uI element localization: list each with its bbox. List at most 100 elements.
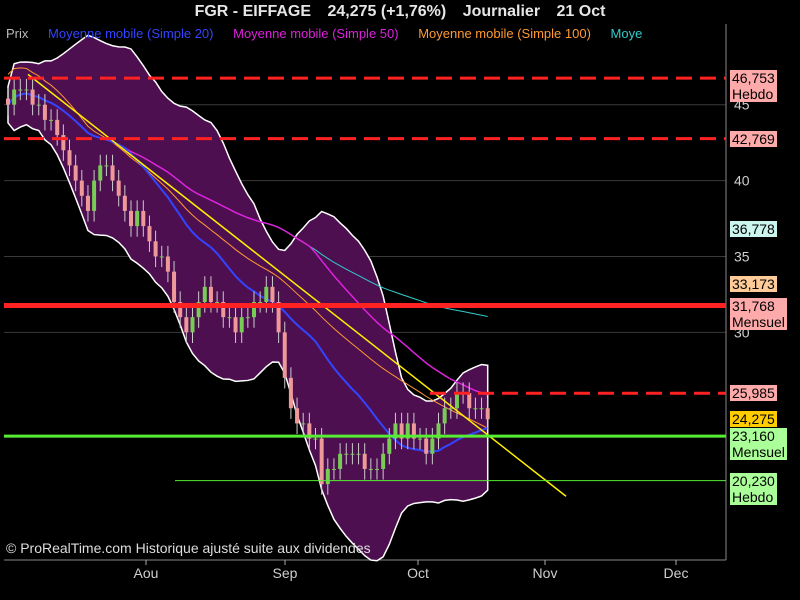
level-caption: Mensuel <box>732 444 785 461</box>
legend-ma100: Moyenne mobile (Simple 100) <box>418 26 591 41</box>
candle-body <box>141 210 146 227</box>
bollinger-band <box>7 34 489 562</box>
level-caption: Hebdo <box>732 86 774 103</box>
candle-body <box>129 210 133 227</box>
candle-body <box>92 180 97 211</box>
level-label-3: 33,173 <box>730 276 777 293</box>
candle-body <box>208 286 213 302</box>
level-caption: Hebdo <box>732 488 774 505</box>
candle-body <box>73 165 78 181</box>
level-caption: Mensuel <box>732 313 785 330</box>
candle-body <box>467 393 472 409</box>
indicator-legend: Prix Moyenne mobile (Simple 20) Moyenne … <box>0 24 726 44</box>
y-tick-label: 35 <box>734 248 750 264</box>
candle-body <box>381 453 386 469</box>
candle-body <box>313 438 318 440</box>
candle-body <box>356 453 361 455</box>
candle-body <box>331 468 336 470</box>
candle-body <box>325 468 330 485</box>
candle-body <box>338 453 343 469</box>
candle-body <box>135 210 140 227</box>
legend-price: Prix <box>6 26 29 41</box>
x-tick-label: Oct <box>407 565 429 581</box>
candle-body <box>387 438 392 454</box>
candle-body <box>172 271 177 302</box>
candle-body <box>295 408 300 424</box>
candle-body <box>98 165 103 181</box>
legend-ma20: Moyenne mobile (Simple 20) <box>48 26 214 41</box>
level-value: 33,173 <box>732 276 775 293</box>
candle-body <box>258 302 263 303</box>
copyright-text: © ProRealTime.com Historique ajusté suit… <box>6 540 371 556</box>
candle-body <box>430 438 435 454</box>
candle-body <box>79 180 84 196</box>
candle-body <box>147 226 152 242</box>
candle-body <box>227 317 232 319</box>
level-value: 23,160 <box>732 428 775 445</box>
candle-body <box>424 438 429 454</box>
candle-body <box>473 408 478 410</box>
x-tick-label: Dec <box>664 565 689 581</box>
level-label-5: 25,985 <box>730 385 777 402</box>
legend-ma50: Moyenne mobile (Simple 50) <box>233 26 399 41</box>
candle-body <box>36 104 41 106</box>
level-value: 36,778 <box>732 221 775 238</box>
candle-body <box>159 256 164 258</box>
candle-body <box>202 286 207 302</box>
candle-body <box>116 180 121 196</box>
level-label-2: 36,778 <box>730 221 777 238</box>
candle-body <box>122 195 127 211</box>
candle-body <box>239 317 244 333</box>
level-value: 31,768 <box>732 297 775 314</box>
candle-body <box>479 408 484 410</box>
level-label-4: 31,768 Mensuel <box>730 297 787 330</box>
candle-body <box>18 89 23 91</box>
candle-body <box>282 332 287 378</box>
x-tick-label: Sep <box>273 565 298 581</box>
candle-body <box>55 119 60 136</box>
candle-body <box>448 408 453 410</box>
level-value: 46,753 <box>732 70 775 87</box>
candle-body <box>270 286 275 302</box>
candle-body <box>110 165 115 181</box>
candle-body <box>49 119 54 121</box>
candle-body <box>264 286 269 302</box>
candle-body <box>301 423 306 425</box>
candle-body <box>233 317 238 333</box>
level-value: 24,275 <box>732 411 775 428</box>
candle-body <box>319 438 324 485</box>
level-value: 42,769 <box>732 130 775 147</box>
level-label-1: 42,769 <box>730 130 777 147</box>
candle-body <box>344 453 349 455</box>
candle-body <box>418 438 423 440</box>
candle-body <box>362 453 367 469</box>
candle-body <box>485 408 490 420</box>
level-label-7: 23,160 Mensuel <box>730 428 787 461</box>
candle-body <box>30 89 35 105</box>
level-label-6: 24,275 <box>730 411 777 428</box>
candle-body <box>454 393 459 409</box>
level-label-0: 46,753 Hebdo <box>730 70 777 103</box>
candle-body <box>184 317 189 333</box>
level-value: 20,230 <box>732 472 775 489</box>
candle-body <box>375 468 379 470</box>
candle-body <box>42 104 47 120</box>
candlestick-chart[interactable]: 30354045Aou Sep Oct Nov Dec <box>0 0 800 600</box>
candle-body <box>245 317 250 319</box>
candle-body <box>6 98 10 105</box>
candle-body <box>67 150 72 166</box>
candle-body <box>153 241 158 257</box>
candle-body <box>288 377 293 409</box>
candle-body <box>350 453 355 455</box>
candle-body <box>368 468 373 470</box>
candle-body <box>190 317 195 333</box>
candle-body <box>24 89 29 91</box>
candle-body <box>104 165 109 167</box>
level-label-8: 20,230 Hebdo <box>730 472 777 505</box>
legend-ma-extra: Moye <box>610 26 643 41</box>
candle-body <box>442 408 447 424</box>
candle-body <box>85 195 90 211</box>
candle-body <box>165 256 170 272</box>
candle-body <box>215 302 220 303</box>
y-tick-label: 40 <box>734 173 750 189</box>
